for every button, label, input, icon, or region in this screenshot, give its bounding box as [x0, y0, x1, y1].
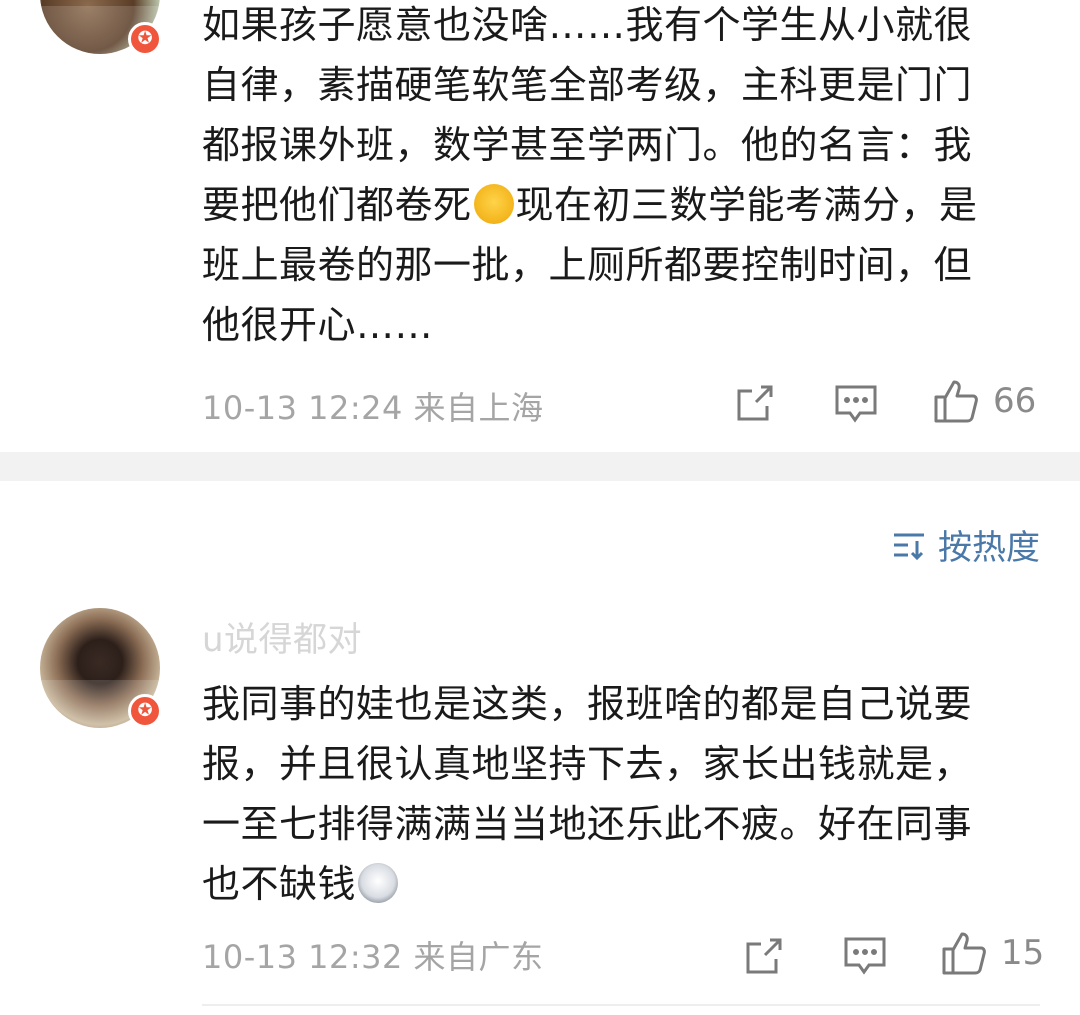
- vip-badge-icon: ✪: [128, 694, 162, 728]
- thumbs-up-icon: [934, 380, 978, 423]
- like-count: 15: [1001, 933, 1045, 973]
- reply-button[interactable]: [834, 384, 878, 424]
- laughing-tears-emoji-icon: [473, 184, 514, 224]
- comment-icon: [835, 385, 877, 423]
- section-divider: [0, 452, 1080, 481]
- comment-meta: 10-13 12:24 来自上海: [202, 383, 544, 429]
- like-count: 66: [993, 381, 1037, 421]
- comment-username[interactable]: u说得都对: [202, 612, 362, 661]
- comment-location: 来自广东: [413, 938, 544, 976]
- thumbs-up-icon: [942, 932, 986, 975]
- comment-location: 来自上海: [413, 389, 544, 427]
- share-icon: [737, 385, 773, 421]
- comment-text: 如果孩子愿意也没啥……我有个学生从小就很 自律，素描硬笔软笔全部考级，主科更是门…: [202, 3, 978, 347]
- sort-by-hot-button[interactable]: 按热度: [892, 520, 1040, 569]
- comment-time: 10-13 12:32: [202, 938, 403, 976]
- like-button[interactable]: 15: [941, 930, 1044, 976]
- like-button[interactable]: 66: [933, 378, 1036, 424]
- vip-badge-icon: ✪: [128, 22, 162, 56]
- sort-label: 按热度: [938, 528, 1040, 568]
- comment-text: 我同事的娃也是这类，报班啥的都是自己说要 报，并且很认真地坚持下去，家长出钱就是…: [202, 682, 973, 906]
- share-icon: [746, 938, 782, 974]
- comment-time: 10-13 12:24: [202, 389, 403, 427]
- share-button[interactable]: [743, 935, 785, 977]
- comment-meta: 10-13 12:32 来自广东: [202, 932, 544, 978]
- husky-emoji-icon: [358, 863, 399, 903]
- comment-divider: [202, 1004, 1040, 1006]
- sort-icon: [894, 533, 924, 560]
- share-button[interactable]: [734, 382, 776, 424]
- comment-icon: [844, 937, 886, 975]
- reply-button[interactable]: [843, 936, 887, 976]
